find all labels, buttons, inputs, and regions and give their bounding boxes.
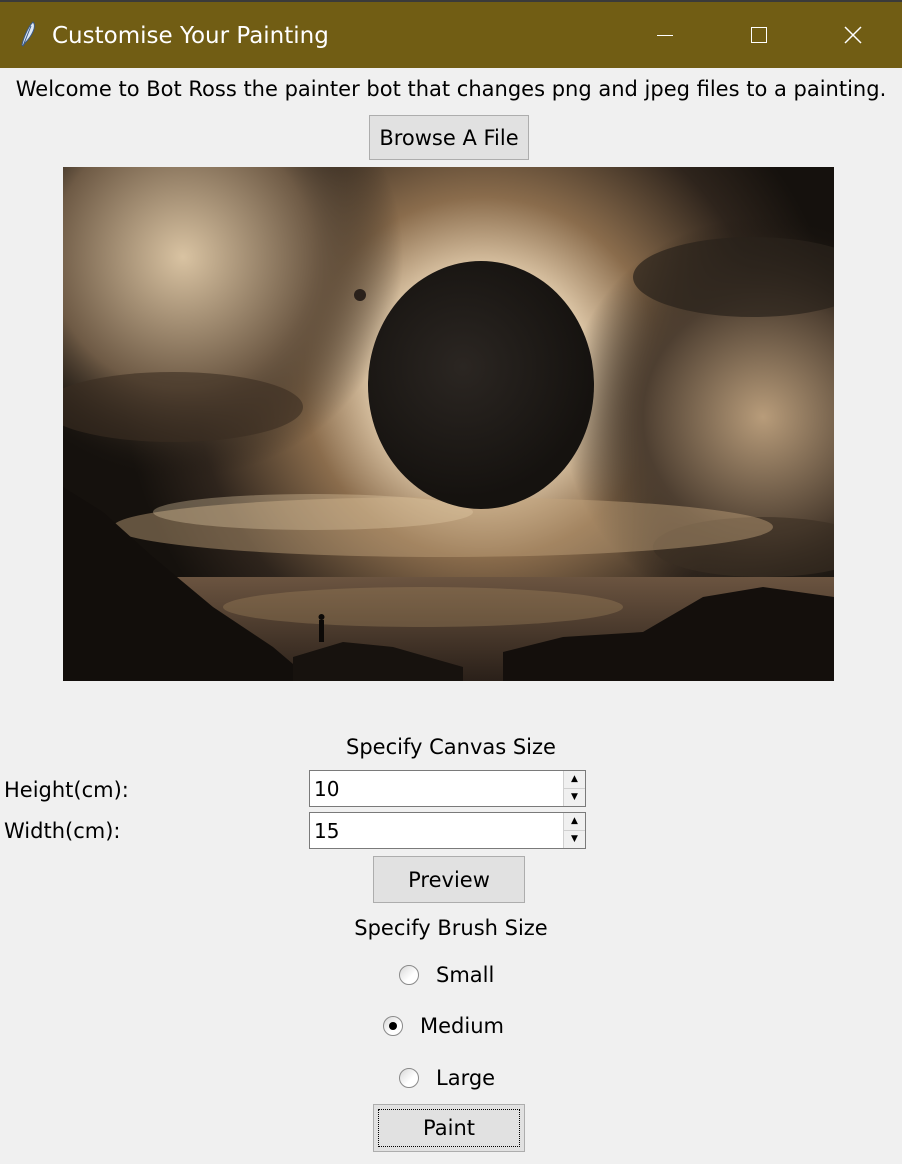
height-spinbox[interactable]: ▲ ▼: [309, 770, 586, 807]
minimize-icon: [657, 34, 673, 36]
radio-medium[interactable]: Medium: [383, 1011, 504, 1041]
width-spinbox[interactable]: ▲ ▼: [309, 812, 586, 849]
welcome-message: Welcome to Bot Ross the painter bot that…: [15, 77, 887, 101]
canvas-size-heading: Specify Canvas Size: [346, 735, 556, 759]
width-decrement-icon[interactable]: ▼: [563, 831, 585, 848]
height-label: Height(cm):: [4, 778, 129, 802]
width-increment-icon[interactable]: ▲: [563, 813, 585, 831]
maximize-button[interactable]: [712, 2, 806, 68]
feather-icon: [21, 21, 35, 47]
radio-label: Small: [436, 963, 495, 987]
window-title: Customise Your Painting: [52, 23, 329, 49]
brush-size-heading: Specify Brush Size: [354, 916, 548, 940]
title-bar: Customise Your Painting: [0, 0, 902, 68]
radio-small[interactable]: Small: [399, 960, 494, 990]
radio-label: Large: [436, 1066, 496, 1090]
radio-label: Medium: [420, 1014, 504, 1038]
preview-button[interactable]: Preview: [373, 856, 525, 903]
focus-ring: [378, 1109, 520, 1147]
radio-button-icon[interactable]: [399, 1068, 419, 1088]
height-decrement-icon[interactable]: ▼: [563, 789, 585, 806]
radio-large[interactable]: Large: [399, 1063, 495, 1093]
height-spin-arrows: ▲ ▼: [563, 771, 585, 806]
minimize-button[interactable]: [618, 2, 712, 68]
maximize-icon: [751, 27, 767, 43]
width-input[interactable]: [312, 813, 564, 848]
browse-file-button[interactable]: Browse A File: [369, 115, 529, 160]
radio-selected-dot: [389, 1022, 397, 1030]
radio-button-icon[interactable]: [383, 1016, 403, 1036]
eclipse-photo: [63, 167, 834, 681]
preview-image: [63, 167, 834, 681]
height-input[interactable]: [312, 771, 564, 806]
width-label: Width(cm):: [4, 819, 121, 843]
height-increment-icon[interactable]: ▲: [563, 771, 585, 789]
paint-button[interactable]: Paint: [373, 1104, 525, 1152]
close-button[interactable]: [806, 2, 900, 68]
width-spin-arrows: ▲ ▼: [563, 813, 585, 848]
radio-button-icon[interactable]: [399, 965, 419, 985]
close-icon: [844, 26, 862, 44]
